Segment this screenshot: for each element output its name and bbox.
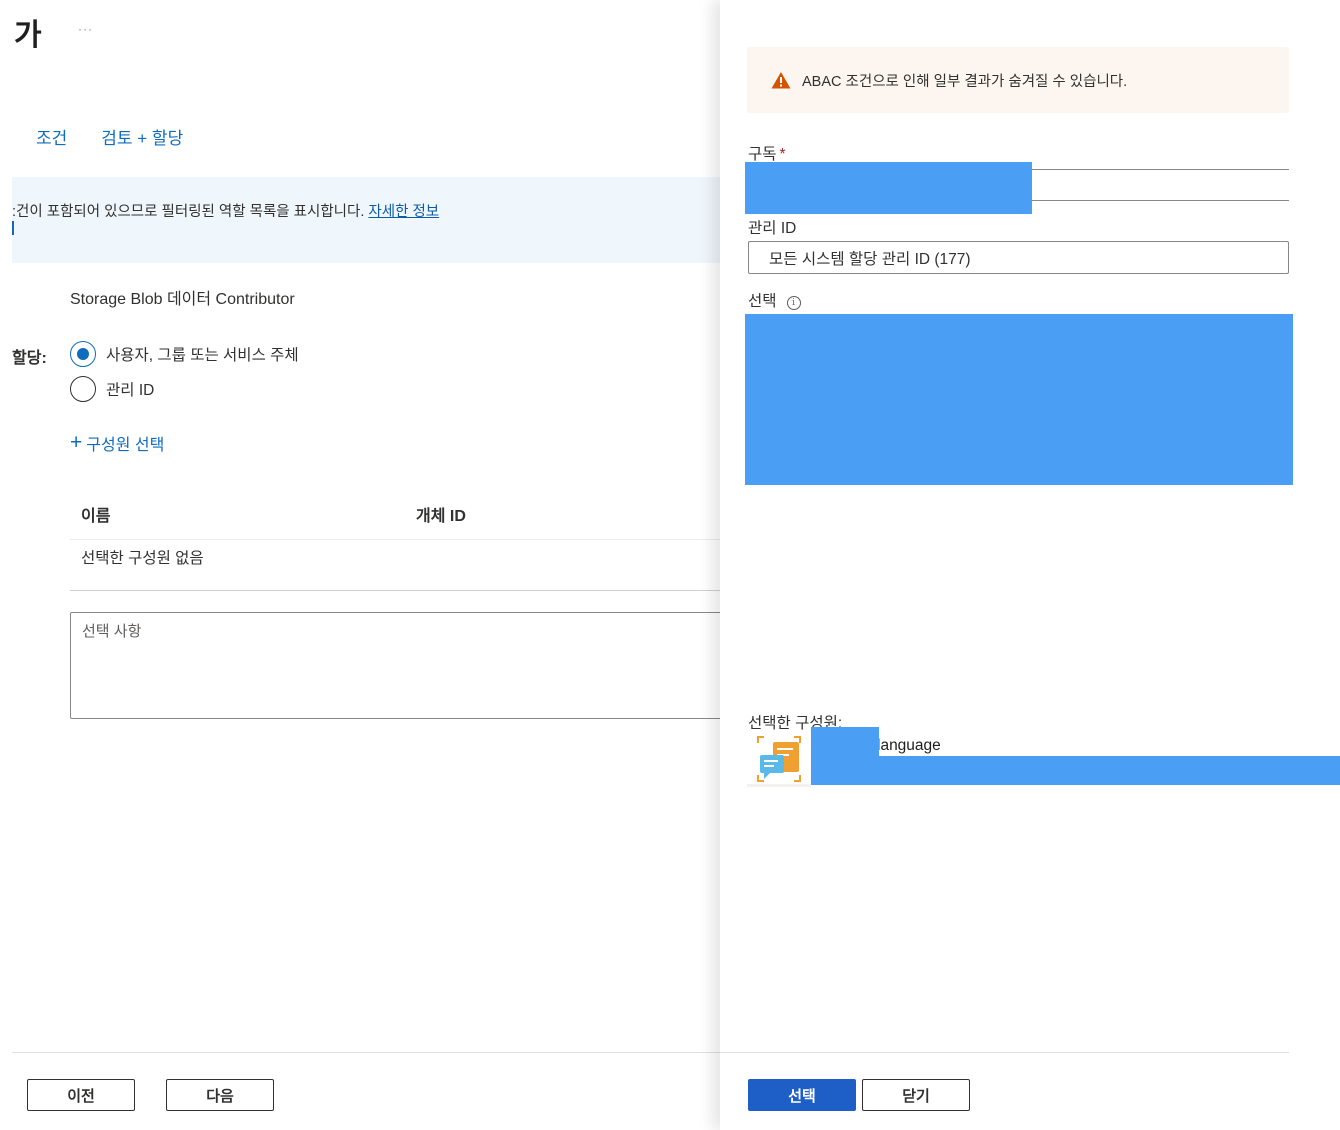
next-button[interactable]: 다음 <box>166 1079 274 1111</box>
select-label-text: 선택 <box>748 293 777 310</box>
selected-member-name: language <box>877 737 941 754</box>
info-banner-marker <box>12 221 14 235</box>
assign-access-label: 할당: <box>12 350 47 367</box>
select-members-link[interactable]: + 구성원 선택 <box>70 431 164 455</box>
close-button[interactable]: 닫기 <box>862 1079 970 1111</box>
redacted-member-name <box>811 727 879 785</box>
required-asterisk: * <box>779 146 786 163</box>
radio-user-group-sp[interactable]: 사용자, 그룹 또는 서비스 주체 <box>70 341 299 367</box>
managed-id-value: 모든 시스템 할당 관리 ID (177) <box>769 250 971 268</box>
radio-checked-icon[interactable] <box>70 341 96 367</box>
info-icon[interactable]: i <box>786 296 801 310</box>
select-button[interactable]: 선택 <box>748 1079 856 1111</box>
selected-role: Storage Blob 데이터 Contributor <box>70 291 295 308</box>
panel-footer-divider <box>720 1052 1289 1053</box>
empty-members-row: 선택한 구성원 없음 <box>81 550 204 567</box>
tab-conditions[interactable]: 조건 <box>36 124 67 149</box>
radio-label-user: 사용자, 그룹 또는 서비스 주체 <box>106 347 299 364</box>
info-banner: :건이 포함되어 있으므로 필터링된 역할 목록을 표시합니다. 자세한 정보 <box>12 177 720 263</box>
warning-text: ABAC 조건으로 인해 일부 결과가 숨겨질 수 있습니다. <box>802 73 1128 90</box>
radio-label-managed-id: 관리 ID <box>106 382 155 399</box>
warning-icon <box>771 72 791 89</box>
column-header-name: 이름 <box>81 508 111 525</box>
select-members-label: 구성원 선택 <box>86 437 165 454</box>
page-title: 가 <box>14 19 42 52</box>
abac-warning-banner: ABAC 조건으로 인해 일부 결과가 숨겨질 수 있습니다. <box>747 47 1289 113</box>
select-members-panel: ABAC 조건으로 인해 일부 결과가 숨겨질 수 있습니다. 구독 * 관리 I… <box>720 0 1340 1130</box>
managed-id-dropdown[interactable]: 모든 시스템 할당 관리 ID (177) <box>748 241 1289 274</box>
language-service-icon <box>748 733 810 785</box>
managed-id-label: 관리 ID <box>748 220 797 237</box>
radio-unchecked-icon[interactable] <box>70 376 96 402</box>
tab-review-assign[interactable]: 검토 + 할당 <box>101 124 183 149</box>
subscription-label-text: 구독 <box>748 146 777 163</box>
column-header-object-id: 개체 ID <box>416 508 466 525</box>
radio-managed-identity[interactable]: 관리 ID <box>70 376 154 402</box>
redacted-member-detail <box>879 756 1340 785</box>
info-banner-message: :건이 포함되어 있으므로 필터링된 역할 목록을 표시합니다. <box>12 204 365 220</box>
plus-icon: + <box>70 431 83 454</box>
footer-divider <box>12 1052 720 1053</box>
info-banner-text: :건이 포함되어 있으므로 필터링된 역할 목록을 표시합니다. 자세한 정보 <box>12 200 439 221</box>
select-label: 선택 i <box>748 289 801 311</box>
redacted-search-results <box>745 314 1293 485</box>
table-divider <box>70 539 720 540</box>
member-item-underline <box>747 784 811 787</box>
table-divider <box>70 590 720 591</box>
description-textarea[interactable]: 선택 사항 <box>70 612 730 719</box>
previous-button[interactable]: 이전 <box>27 1079 135 1111</box>
subscription-label: 구독 * <box>748 142 786 164</box>
learn-more-link[interactable]: 자세한 정보 <box>368 204 439 220</box>
wizard-tabs: 조건 검토 + 할당 <box>36 124 183 149</box>
redacted-subscription <box>745 162 1032 214</box>
more-options-button[interactable]: ··· <box>78 22 93 36</box>
